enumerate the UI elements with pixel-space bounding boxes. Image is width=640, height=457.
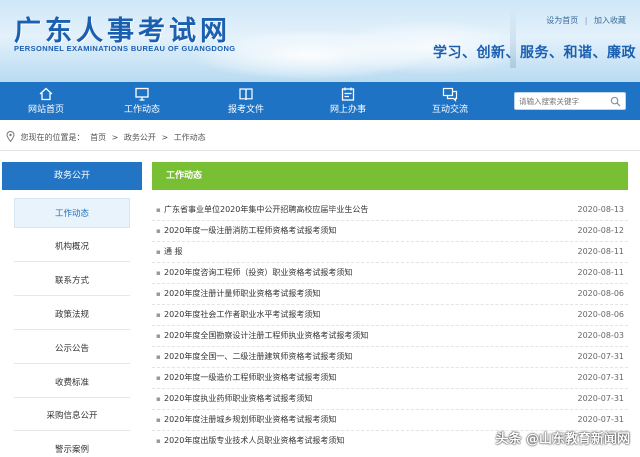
bullet-icon: ▪ bbox=[156, 206, 161, 214]
main-heading: 工作动态 bbox=[152, 162, 628, 190]
breadcrumb-separator: > bbox=[111, 133, 119, 142]
search-input[interactable] bbox=[519, 94, 607, 108]
watermark: 头条 @山东教育新闻网 bbox=[495, 432, 630, 447]
news-row[interactable]: ▪ 2020年度全国勘察设计注册工程师执业资格考试报考须知 2020-08-03 bbox=[152, 326, 628, 347]
sidebar-item-contact[interactable]: 联系方式 bbox=[14, 266, 130, 296]
news-title[interactable]: 2020年度一级注册消防工程师资格考试报考须知 bbox=[164, 221, 336, 241]
news-title[interactable]: 2020年度全国勘察设计注册工程师执业资格考试报考须知 bbox=[164, 326, 368, 346]
site-header: 广东人事考试网 PERSONNEL EXAMINATIONS BUREAU OF… bbox=[0, 0, 640, 82]
bullet-icon: ▪ bbox=[156, 395, 161, 403]
calendar-icon bbox=[341, 87, 355, 101]
news-row[interactable]: ▪ 通 报 2020-08-11 bbox=[152, 242, 628, 263]
news-title[interactable]: 2020年度执业药师职业资格考试报考须知 bbox=[164, 389, 312, 409]
news-date: 2020-07-31 bbox=[577, 394, 625, 403]
news-date: 2020-07-31 bbox=[577, 352, 625, 361]
bullet-icon: ▪ bbox=[156, 353, 161, 361]
news-date: 2020-07-31 bbox=[577, 415, 625, 424]
nav-label: 网上办事 bbox=[329, 105, 366, 115]
top-links: 设为首页 | 加入收藏 bbox=[542, 15, 626, 26]
breadcrumb-home[interactable]: 首页 bbox=[90, 133, 106, 142]
news-title[interactable]: 2020年度出版专业技术人员职业资格考试报考须知 bbox=[164, 431, 344, 451]
location-pin-icon bbox=[6, 131, 15, 142]
news-row[interactable]: ▪ 广东省事业单位2020年集中公开招聘高校应届毕业生公告 2020-08-13 bbox=[152, 200, 628, 221]
breadcrumb-current[interactable]: 工作动态 bbox=[174, 133, 206, 142]
nav-label: 网站首页 bbox=[27, 105, 64, 115]
search-icon[interactable] bbox=[610, 96, 621, 107]
news-title[interactable]: 2020年度咨询工程师（投资）职业资格考试报考须知 bbox=[164, 263, 352, 283]
sidebar-item-policies[interactable]: 政策法规 bbox=[14, 300, 130, 330]
news-title[interactable]: 2020年度一级造价工程师职业资格考试报考须知 bbox=[164, 368, 336, 388]
sidebar-heading: 政务公开 bbox=[2, 162, 142, 190]
bullet-icon: ▪ bbox=[156, 437, 161, 445]
news-date: 2020-08-11 bbox=[577, 268, 625, 277]
breadcrumb-separator: > bbox=[161, 133, 169, 142]
nav-label: 工作动态 bbox=[123, 105, 160, 115]
bullet-icon: ▪ bbox=[156, 248, 161, 256]
bullet-icon: ▪ bbox=[156, 269, 161, 277]
breadcrumb-prefix: 您现在的位置是： bbox=[20, 133, 85, 142]
search-box bbox=[514, 92, 626, 110]
site-subtitle: PERSONNEL EXAMINATIONS BUREAU OF GUANGDO… bbox=[14, 44, 236, 53]
link-separator: | bbox=[584, 16, 588, 25]
nav-item-interaction[interactable]: 互动交流 bbox=[404, 82, 496, 120]
news-title[interactable]: 2020年度社会工作者职业水平考试报考须知 bbox=[164, 305, 320, 325]
bullet-icon: ▪ bbox=[156, 374, 161, 382]
news-date: 2020-08-03 bbox=[577, 331, 625, 340]
divider bbox=[0, 150, 640, 151]
bullet-icon: ▪ bbox=[156, 332, 161, 340]
sidebar-item-announcements[interactable]: 公示公告 bbox=[14, 334, 130, 364]
news-date: 2020-08-06 bbox=[577, 289, 625, 298]
breadcrumb: 您现在的位置是： 首页 > 政务公开 > 工作动态 bbox=[6, 130, 209, 146]
site-slogan: 学习、创新、服务、和谐、廉政 bbox=[433, 45, 636, 61]
sidebar-item-warning-cases[interactable]: 警示案例 bbox=[14, 435, 130, 457]
news-title[interactable]: 2020年度注册城乡规划师职业资格考试报考须知 bbox=[164, 410, 336, 430]
book-icon bbox=[239, 88, 253, 101]
news-date: 2020-08-13 bbox=[577, 205, 625, 214]
news-row[interactable]: ▪ 2020年度咨询工程师（投资）职业资格考试报考须知 2020-08-11 bbox=[152, 263, 628, 284]
news-row[interactable]: ▪ 2020年度注册计量师职业资格考试报考须知 2020-08-06 bbox=[152, 284, 628, 305]
news-row[interactable]: ▪ 2020年度执业药师职业资格考试报考须知 2020-07-31 bbox=[152, 389, 628, 410]
home-icon bbox=[39, 87, 53, 101]
chat-icon bbox=[442, 87, 458, 102]
sidebar-item-work-news[interactable]: 工作动态 bbox=[14, 198, 130, 228]
monitor-icon bbox=[135, 87, 149, 101]
sidebar-item-organization[interactable]: 机构概况 bbox=[14, 232, 130, 262]
nav-item-exam-docs[interactable]: 报考文件 bbox=[200, 82, 292, 120]
sidebar-item-procurement[interactable]: 采购信息公开 bbox=[14, 401, 130, 431]
news-title[interactable]: 广东省事业单位2020年集中公开招聘高校应届毕业生公告 bbox=[164, 200, 368, 220]
news-title[interactable]: 2020年度全国一、二级注册建筑师资格考试报考须知 bbox=[164, 347, 352, 367]
breadcrumb-section[interactable]: 政务公开 bbox=[124, 133, 156, 142]
news-date: 2020-08-06 bbox=[577, 310, 625, 319]
news-row[interactable]: ▪ 2020年度一级注册消防工程师资格考试报考须知 2020-08-12 bbox=[152, 221, 628, 242]
bullet-icon: ▪ bbox=[156, 290, 161, 298]
news-date: 2020-07-31 bbox=[577, 373, 625, 382]
news-row[interactable]: ▪ 2020年度社会工作者职业水平考试报考须知 2020-08-06 bbox=[152, 305, 628, 326]
nav-label: 报考文件 bbox=[227, 105, 264, 115]
nav-item-home[interactable]: 网站首页 bbox=[0, 82, 92, 120]
news-row[interactable]: ▪ 2020年度全国一、二级注册建筑师资格考试报考须知 2020-07-31 bbox=[152, 347, 628, 368]
news-date: 2020-08-11 bbox=[577, 247, 625, 256]
set-homepage-link[interactable]: 设为首页 bbox=[546, 16, 578, 25]
bullet-icon: ▪ bbox=[156, 416, 161, 424]
add-favorite-link[interactable]: 加入收藏 bbox=[594, 16, 626, 25]
site-title[interactable]: 广东人事考试网 bbox=[14, 9, 231, 48]
nav-item-work-news[interactable]: 工作动态 bbox=[96, 82, 188, 120]
sidebar-item-fees[interactable]: 收费标准 bbox=[14, 368, 130, 398]
bullet-icon: ▪ bbox=[156, 311, 161, 319]
news-title[interactable]: 2020年度注册计量师职业资格考试报考须知 bbox=[164, 284, 320, 304]
nav-item-online-services[interactable]: 网上办事 bbox=[302, 82, 394, 120]
news-date: 2020-08-12 bbox=[577, 226, 625, 235]
news-title[interactable]: 通 报 bbox=[164, 242, 183, 262]
nav-label: 互动交流 bbox=[431, 105, 468, 115]
bullet-icon: ▪ bbox=[156, 227, 161, 235]
news-row[interactable]: ▪ 2020年度一级造价工程师职业资格考试报考须知 2020-07-31 bbox=[152, 368, 628, 389]
